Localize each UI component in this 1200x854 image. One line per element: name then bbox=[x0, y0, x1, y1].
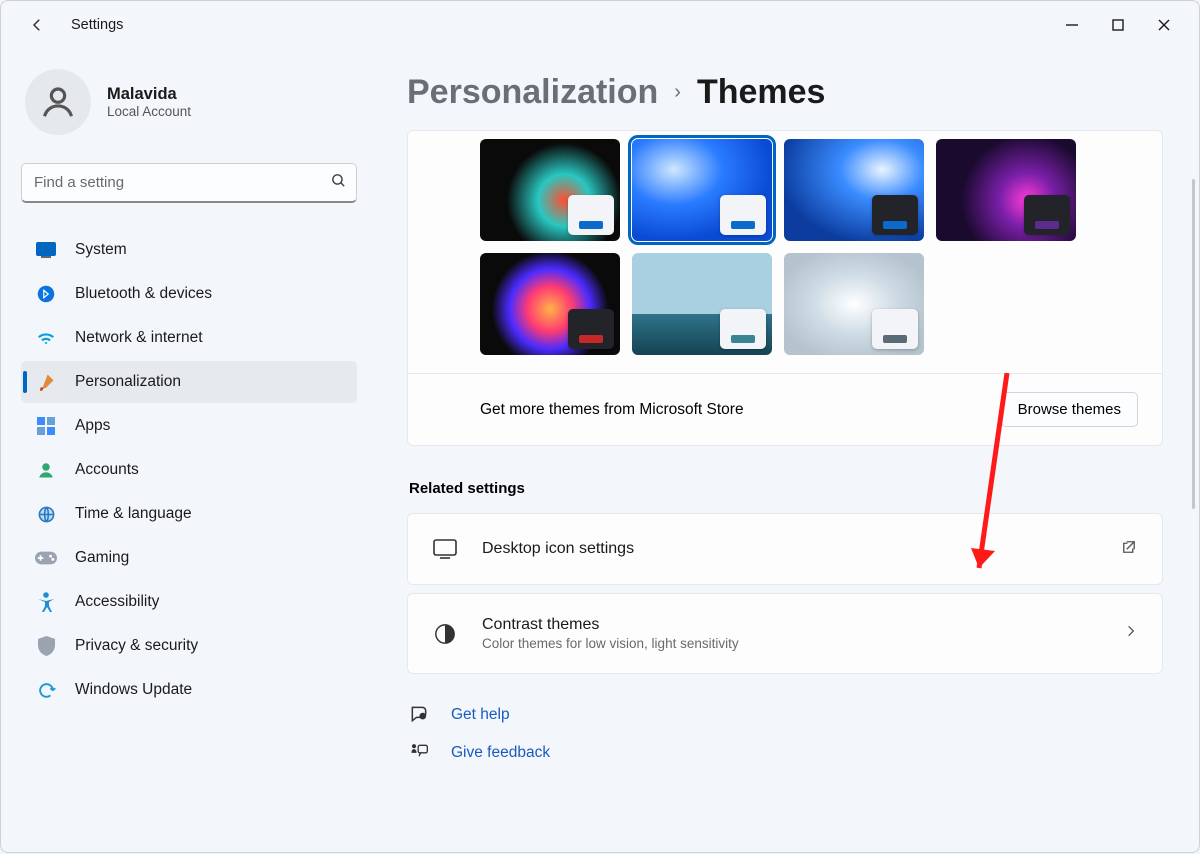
user-subtitle: Local Account bbox=[107, 104, 191, 119]
brush-icon bbox=[35, 371, 57, 393]
sidebar-item-accounts[interactable]: Accounts bbox=[21, 449, 357, 491]
theme-option[interactable] bbox=[784, 139, 924, 241]
minimize-button[interactable] bbox=[1049, 5, 1095, 45]
sidebar-item-label: Time & language bbox=[75, 505, 192, 523]
external-link-icon bbox=[1120, 538, 1138, 561]
sidebar-item-privacy[interactable]: Privacy & security bbox=[21, 625, 357, 667]
theme-option[interactable] bbox=[632, 253, 772, 355]
gaming-icon bbox=[35, 547, 57, 569]
themes-panel: Get more themes from Microsoft Store Bro… bbox=[407, 130, 1163, 446]
setting-title: Contrast themes bbox=[482, 616, 1100, 634]
breadcrumb: Personalization › Themes bbox=[407, 73, 1163, 112]
feedback-label: Give feedback bbox=[451, 744, 550, 762]
setting-subtitle: Color themes for low vision, light sensi… bbox=[482, 636, 1100, 651]
sidebar-item-system[interactable]: System bbox=[21, 229, 357, 271]
apps-icon bbox=[35, 415, 57, 437]
feedback-icon bbox=[409, 742, 431, 764]
themes-grid bbox=[408, 131, 1162, 373]
help-label: Get help bbox=[451, 706, 510, 724]
user-name: Malavida bbox=[107, 85, 191, 104]
nav-list: System Bluetooth & devices Network & int… bbox=[21, 229, 357, 711]
search-input[interactable] bbox=[21, 163, 357, 203]
search-box[interactable] bbox=[21, 163, 357, 203]
main-content: Personalization › Themes Get more themes… bbox=[371, 49, 1199, 854]
sidebar-item-label: Gaming bbox=[75, 549, 129, 567]
get-help-link[interactable]: ? Get help bbox=[407, 696, 1163, 734]
user-block[interactable]: Malavida Local Account bbox=[21, 69, 357, 135]
sidebar-item-label: Apps bbox=[75, 417, 110, 435]
window-controls bbox=[1049, 5, 1187, 45]
browse-themes-button[interactable]: Browse themes bbox=[1001, 392, 1138, 427]
sidebar: Malavida Local Account System Bluetooth … bbox=[1, 49, 371, 854]
setting-title: Desktop icon settings bbox=[482, 540, 1096, 558]
bluetooth-icon bbox=[35, 283, 57, 305]
give-feedback-link[interactable]: Give feedback bbox=[407, 734, 1163, 772]
sidebar-item-accessibility[interactable]: Accessibility bbox=[21, 581, 357, 623]
sidebar-item-label: Accounts bbox=[75, 461, 139, 479]
theme-option[interactable] bbox=[632, 139, 772, 241]
system-icon bbox=[35, 239, 57, 261]
scrollbar-thumb[interactable] bbox=[1192, 179, 1195, 509]
related-settings-title: Related settings bbox=[409, 480, 1163, 497]
chevron-right-icon bbox=[1124, 624, 1138, 643]
sidebar-item-personalization[interactable]: Personalization bbox=[21, 361, 357, 403]
sidebar-item-label: Network & internet bbox=[75, 329, 203, 347]
theme-option[interactable] bbox=[480, 253, 620, 355]
chevron-right-icon: › bbox=[674, 81, 681, 104]
search-icon bbox=[330, 172, 347, 194]
wifi-icon bbox=[35, 327, 57, 349]
app-title: Settings bbox=[71, 17, 1049, 33]
store-text: Get more themes from Microsoft Store bbox=[480, 401, 744, 419]
avatar bbox=[25, 69, 91, 135]
sidebar-item-label: Windows Update bbox=[75, 681, 192, 699]
sidebar-item-time-language[interactable]: Time & language bbox=[21, 493, 357, 535]
globe-icon bbox=[35, 503, 57, 525]
sidebar-item-label: Privacy & security bbox=[75, 637, 198, 655]
sidebar-item-bluetooth[interactable]: Bluetooth & devices bbox=[21, 273, 357, 315]
sidebar-item-label: Accessibility bbox=[75, 593, 159, 611]
account-icon bbox=[35, 459, 57, 481]
page-title: Themes bbox=[697, 73, 826, 112]
update-icon bbox=[35, 679, 57, 701]
shield-icon bbox=[35, 635, 57, 657]
titlebar: Settings bbox=[1, 1, 1199, 49]
desktop-icon bbox=[432, 536, 458, 562]
theme-option[interactable] bbox=[784, 253, 924, 355]
accessibility-icon bbox=[35, 591, 57, 613]
store-row: Get more themes from Microsoft Store Bro… bbox=[408, 373, 1162, 445]
sidebar-item-apps[interactable]: Apps bbox=[21, 405, 357, 447]
sidebar-item-update[interactable]: Windows Update bbox=[21, 669, 357, 711]
maximize-button[interactable] bbox=[1095, 5, 1141, 45]
help-icon: ? bbox=[409, 704, 431, 726]
sidebar-item-network[interactable]: Network & internet bbox=[21, 317, 357, 359]
contrast-themes-row[interactable]: Contrast themes Color themes for low vis… bbox=[407, 593, 1163, 674]
theme-option[interactable] bbox=[936, 139, 1076, 241]
sidebar-item-label: System bbox=[75, 241, 127, 259]
desktop-icon-settings-row[interactable]: Desktop icon settings bbox=[407, 513, 1163, 585]
back-button[interactable] bbox=[23, 11, 51, 39]
sidebar-item-gaming[interactable]: Gaming bbox=[21, 537, 357, 579]
svg-text:?: ? bbox=[421, 714, 424, 720]
contrast-icon bbox=[432, 621, 458, 647]
close-button[interactable] bbox=[1141, 5, 1187, 45]
sidebar-item-label: Bluetooth & devices bbox=[75, 285, 212, 303]
breadcrumb-parent[interactable]: Personalization bbox=[407, 73, 658, 112]
sidebar-item-label: Personalization bbox=[75, 373, 181, 391]
theme-option[interactable] bbox=[480, 139, 620, 241]
